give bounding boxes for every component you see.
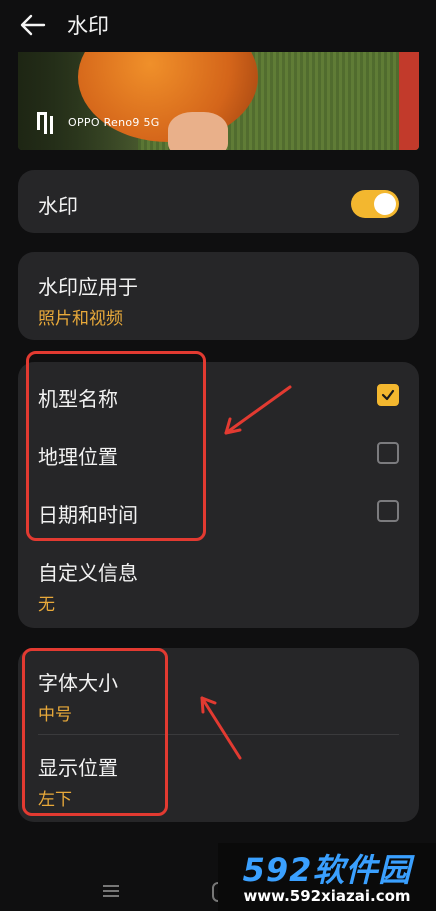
page-title: 水印 bbox=[67, 14, 109, 38]
check-icon bbox=[381, 389, 395, 401]
apply-to-value: 照片和视频 bbox=[38, 309, 123, 329]
watermark-preview-image: OPPO Reno9 5G bbox=[18, 52, 419, 150]
menu-icon[interactable] bbox=[103, 884, 119, 898]
site-watermark-logo: 592软件园 www.592xiazai.com bbox=[218, 843, 436, 911]
annotation-box-items bbox=[26, 351, 206, 541]
model-name-checkbox[interactable] bbox=[377, 384, 399, 406]
custom-info-value: 无 bbox=[38, 595, 55, 615]
top-bar: 水印 bbox=[0, 0, 436, 52]
apply-to-label: 水印应用于 bbox=[38, 275, 138, 299]
datetime-checkbox[interactable] bbox=[377, 500, 399, 522]
annotation-arrow-icon bbox=[200, 696, 242, 760]
apply-to-card[interactable]: 水印应用于 照片和视频 bbox=[18, 252, 419, 340]
watermark-toggle-switch[interactable] bbox=[351, 190, 399, 218]
annotation-box-font-position bbox=[22, 648, 168, 816]
watermark-toggle-card[interactable]: 水印 bbox=[18, 170, 419, 233]
site-brand-text: 592软件园 bbox=[242, 851, 412, 889]
toggle-knob bbox=[374, 193, 396, 215]
annotation-arrow-icon bbox=[224, 385, 292, 435]
custom-info-label[interactable]: 自定义信息 bbox=[38, 557, 138, 586]
site-url-text: www.592xiazai.com bbox=[243, 887, 411, 905]
location-checkbox[interactable] bbox=[377, 442, 399, 464]
watermark-text: OPPO Reno9 5G bbox=[68, 116, 160, 129]
arrow-left-icon[interactable] bbox=[20, 14, 46, 36]
watermark-toggle-label: 水印 bbox=[38, 194, 78, 218]
oppo-logo-icon bbox=[37, 112, 53, 134]
